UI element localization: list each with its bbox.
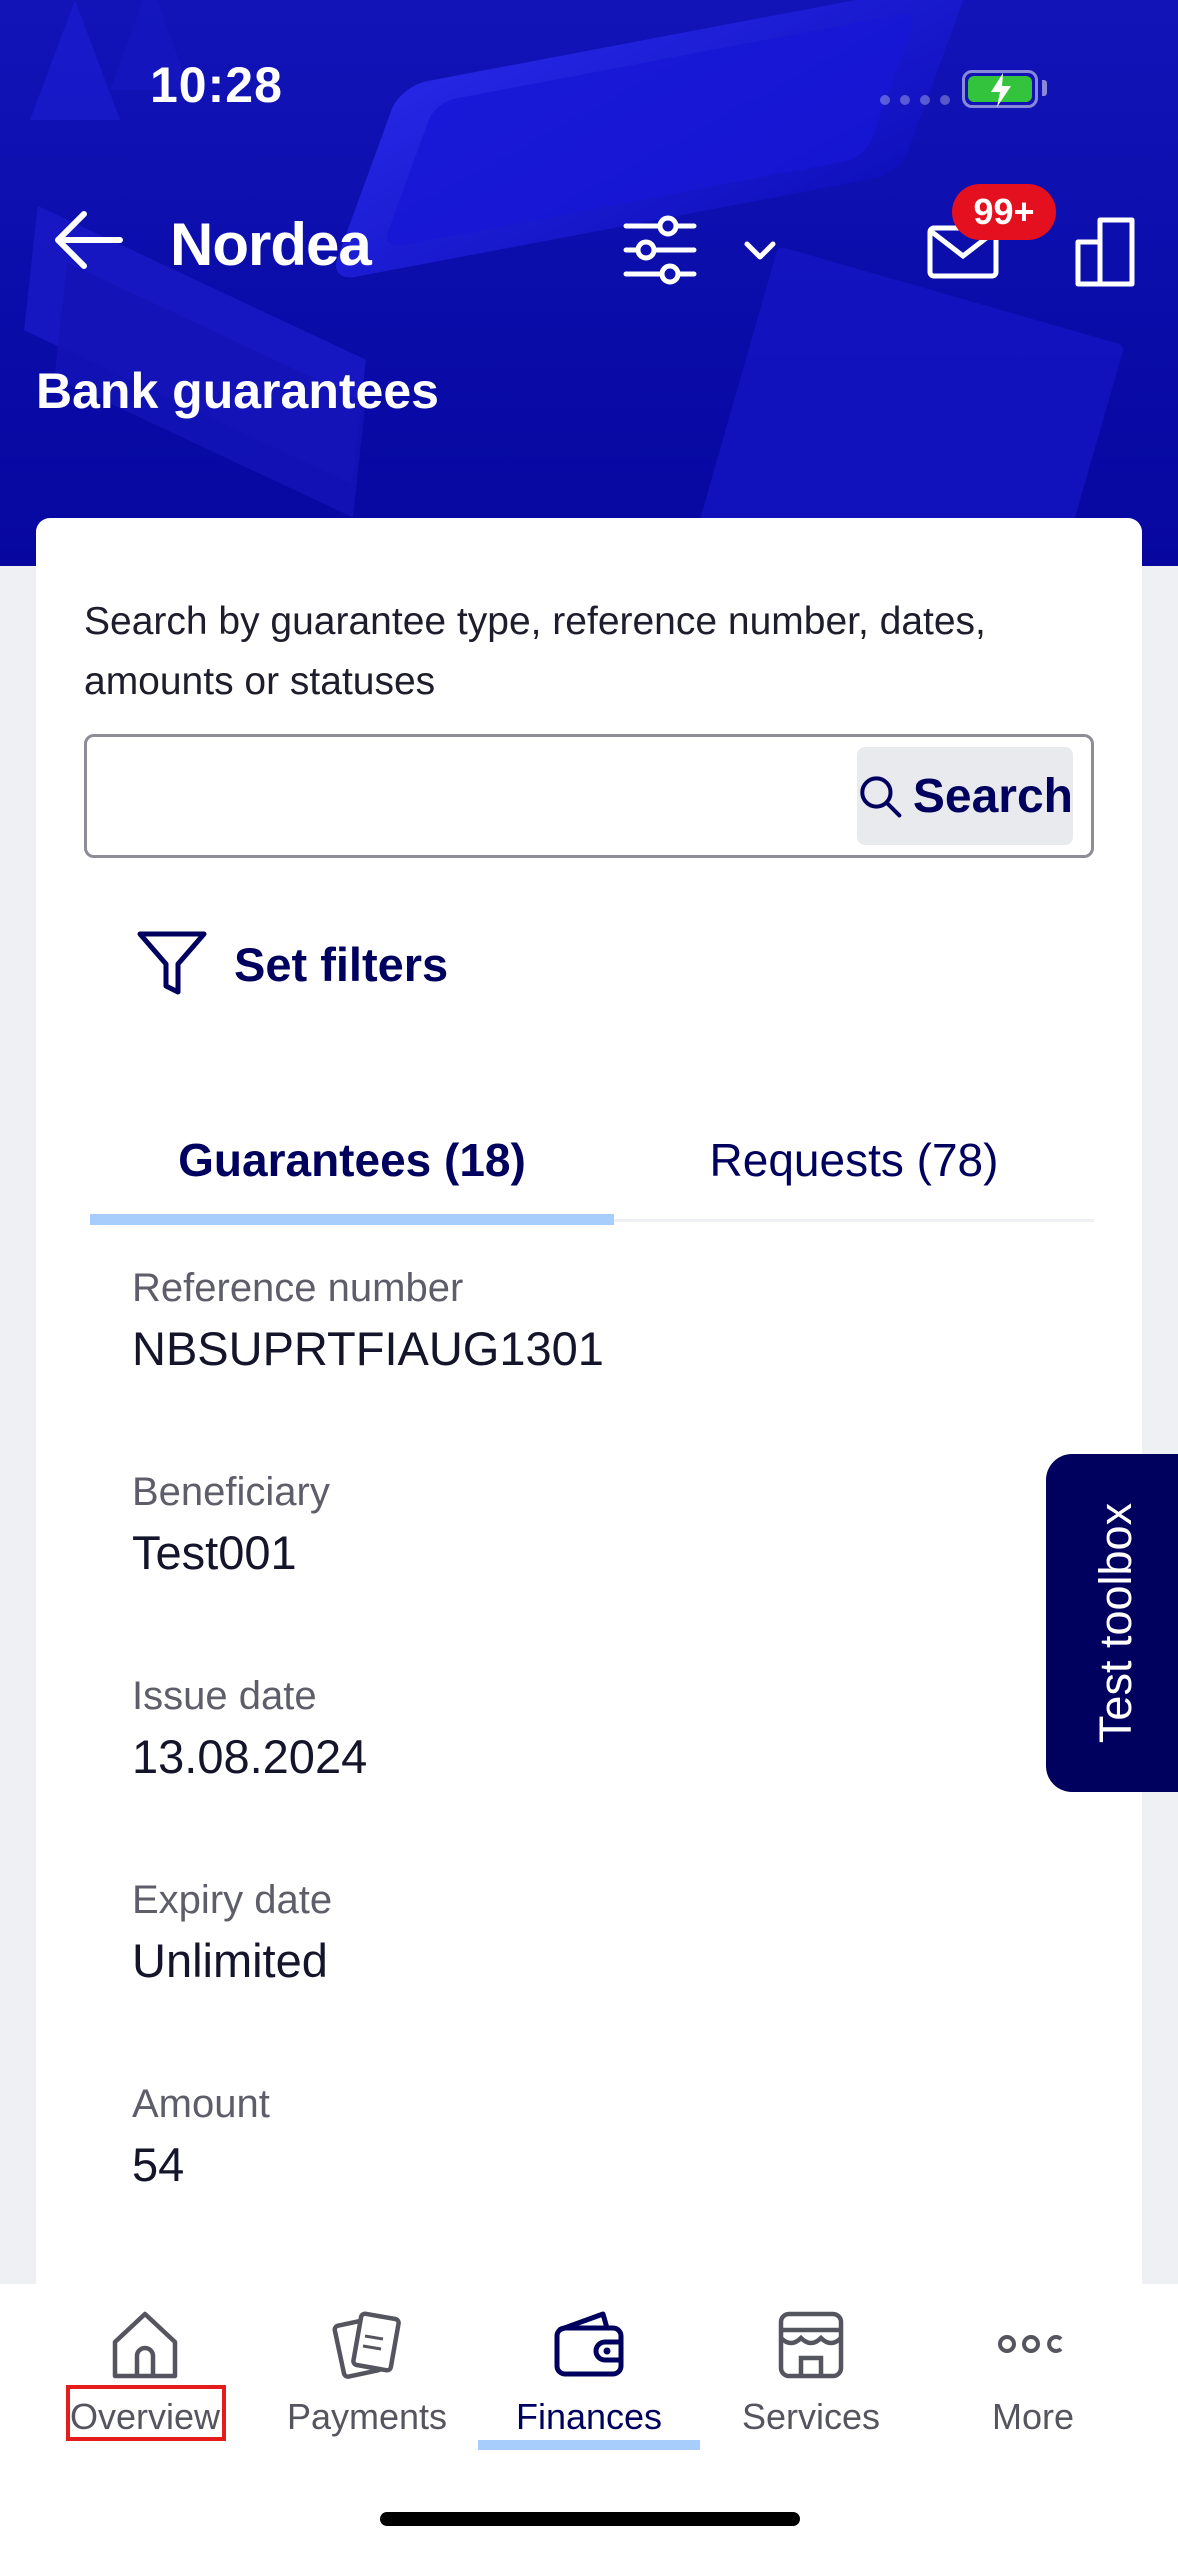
more-icon [998,2335,1063,2353]
payments-icon [332,2311,401,2379]
search-button-label: Search [912,769,1073,823]
nav-overview[interactable]: Overview [34,2284,256,2474]
signal-icon [880,95,950,105]
home-icon [112,2311,178,2379]
highlight-outline [66,2385,226,2441]
nav-label: Finances [515,2396,663,2437]
field-value: Test001 [132,1526,297,1579]
field-label: Amount [132,2082,270,2126]
nav-label: More [991,2396,1075,2437]
test-toolbox-label: Test toolbox [1090,1502,1141,1744]
store-icon [778,2311,844,2379]
battery-icon [962,70,1038,108]
sliders-icon [623,215,697,285]
test-toolbox-tab[interactable]: Test toolbox [1046,1454,1178,1792]
funnel-icon [137,931,207,995]
nav-label: Payments [286,2396,448,2437]
field-value: 54 [132,2138,185,2191]
set-filters-label: Set filters [234,937,449,991]
header: 10:28 Nordea 99+ Bank guarantees [0,0,1178,566]
guarantee-details[interactable]: Reference number NBSUPRTFIAUG1301 Benefi… [132,1264,604,2284]
wallet-icon [554,2311,624,2377]
building-icon [1075,217,1135,287]
account-dropdown-button[interactable] [735,230,785,270]
field-value: Unlimited [132,1934,328,1987]
nav-services[interactable]: Services [700,2284,922,2474]
set-filters-button[interactable]: Set filters [136,928,448,1000]
nav-more[interactable]: More [922,2284,1144,2474]
nordea-logo: Nordea [170,211,372,278]
bottom-navigation: Overview Payments Finances Services More [0,2284,1178,2556]
chevron-down-icon [744,241,776,260]
status-time: 10:28 [150,57,283,113]
nav-payments[interactable]: Payments [256,2284,478,2474]
beneficiary-field: Beneficiary Test001 [132,1468,604,1672]
field-value: NBSUPRTFIAUG1301 [132,1322,604,1375]
company-button[interactable] [1070,212,1140,292]
battery-cap [1042,80,1047,96]
tab-requests[interactable]: Requests (78) [614,1098,1094,1222]
page-title: Bank guarantees [36,363,439,419]
reference-number-field: Reference number NBSUPRTFIAUG1301 [132,1264,604,1468]
tab-bar: Guarantees (18) Requests (78) [90,1098,1094,1225]
notification-badge: 99+ [952,184,1056,240]
header-illustration [30,0,120,120]
field-label: Reference number [132,1266,464,1310]
search-hint: Search by guarantee type, reference numb… [84,600,986,703]
issue-date-field: Issue date 13.08.2024 [132,1672,604,1876]
search-button[interactable]: Search [857,747,1073,845]
amount-field: Amount 54 [132,2080,604,2284]
settings-button[interactable] [620,210,700,290]
home-indicator [380,2512,800,2526]
field-label: Beneficiary [132,1470,330,1514]
active-tab-indicator [478,2440,700,2450]
expiry-date-field: Expiry date Unlimited [132,1876,604,2080]
guarantees-card: Search by guarantee type, reference numb… [36,518,1142,2298]
nav-label: Services [741,2396,881,2437]
field-label: Expiry date [132,1878,333,1922]
arrow-left-icon [55,211,123,269]
tab-guarantees[interactable]: Guarantees (18) [90,1098,614,1225]
search-input[interactable]: Search [84,734,1094,858]
back-button[interactable] [50,200,130,280]
field-value: 13.08.2024 [132,1730,368,1783]
field-label: Issue date [132,1674,317,1718]
search-icon [860,776,902,818]
